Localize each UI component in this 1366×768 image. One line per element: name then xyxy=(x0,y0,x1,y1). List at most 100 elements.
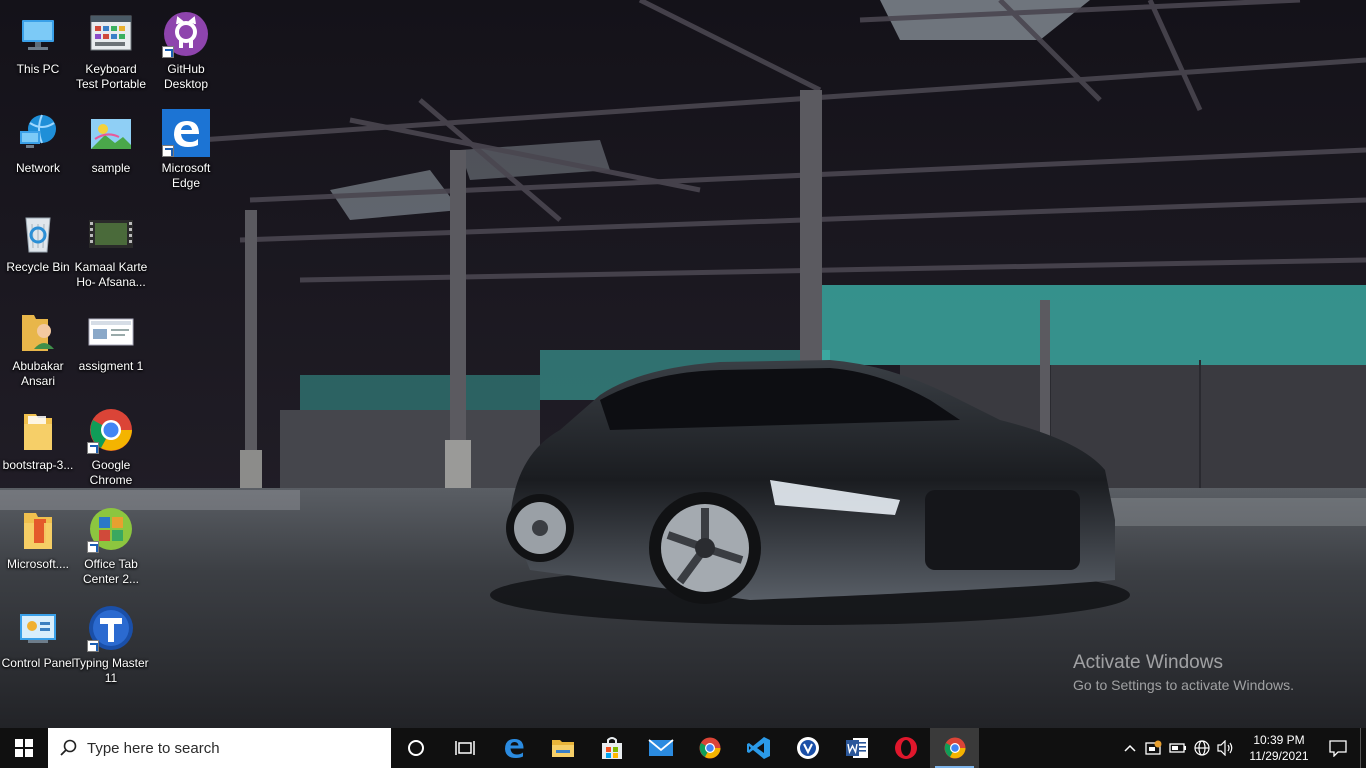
shortcut-arrow-icon xyxy=(162,46,174,58)
windows-logo-icon xyxy=(15,739,33,757)
system-tray: 10:39 PM 11/29/2021 xyxy=(1118,728,1366,768)
circle-app-icon xyxy=(796,737,819,759)
google-chrome-shortcut[interactable]: Google Chrome xyxy=(73,400,149,496)
task-view-button[interactable] xyxy=(440,728,489,768)
cortana-button[interactable] xyxy=(391,728,440,768)
show-desktop-button[interactable] xyxy=(1360,728,1366,768)
keyboard-test-icon xyxy=(87,10,135,58)
typing-master-icon xyxy=(87,604,135,652)
word-icon xyxy=(845,738,868,758)
tray-security-button[interactable] xyxy=(1142,728,1166,768)
video-file-icon xyxy=(87,208,135,256)
speaker-icon xyxy=(1217,740,1233,756)
battery-icon xyxy=(1169,743,1186,753)
action-center-button[interactable] xyxy=(1316,728,1360,768)
keyboard-test-shortcut[interactable]: Keyboard Test Portable xyxy=(73,4,149,100)
icon-label: Google Chrome xyxy=(89,458,133,487)
network-button[interactable] xyxy=(1190,728,1214,768)
taskbar-app[interactable] xyxy=(783,728,832,768)
clock-date: 11/29/2021 xyxy=(1249,749,1309,763)
sample-shortcut[interactable]: sample xyxy=(73,103,149,199)
task-view-icon xyxy=(454,741,475,755)
icon-label: This PC xyxy=(16,62,60,76)
icon-label: Control Panel xyxy=(1,656,75,670)
abubakar-ansari-shortcut[interactable]: Abubakar Ansari xyxy=(0,301,76,397)
this-pc-icon xyxy=(14,10,62,58)
taskbar-file-explorer[interactable] xyxy=(538,728,587,768)
notification-icon xyxy=(1329,740,1347,757)
folder-icon xyxy=(551,740,574,757)
mail-icon xyxy=(647,739,674,756)
chrome-icon xyxy=(699,737,720,759)
office-tab-center-shortcut[interactable]: Office Tab Center 2... xyxy=(73,499,149,595)
battery-button[interactable] xyxy=(1166,728,1190,768)
volume-button[interactable] xyxy=(1214,728,1238,768)
taskbar-chrome[interactable] xyxy=(685,728,734,768)
github-icon xyxy=(162,10,210,58)
icon-label: Microsoft.... xyxy=(6,557,69,571)
chrome-icon xyxy=(944,737,965,759)
control-panel-shortcut[interactable]: Control Panel xyxy=(0,598,76,694)
bootstrap-folder-shortcut[interactable]: bootstrap-3... xyxy=(0,400,76,496)
opera-icon xyxy=(894,737,917,759)
search-placeholder: Type here to search xyxy=(87,739,220,757)
globe-icon xyxy=(1194,740,1210,756)
taskbar-search-box[interactable]: Type here to search xyxy=(48,728,391,768)
icon-label: Kamaal Karte Ho- Afsana... xyxy=(74,260,148,289)
taskbar-vscode[interactable] xyxy=(734,728,783,768)
edge-icon xyxy=(504,739,523,758)
image-file-icon xyxy=(87,109,135,157)
icon-label: assigment 1 xyxy=(78,359,144,373)
recycle-bin-icon xyxy=(14,208,62,256)
activate-windows-watermark: Activate Windows Go to Settings to activ… xyxy=(1073,652,1294,696)
office-folder-icon xyxy=(14,505,62,553)
show-hidden-icons-button[interactable] xyxy=(1118,728,1142,768)
folder-icon xyxy=(14,406,62,454)
start-button[interactable] xyxy=(0,728,48,768)
icon-label: Keyboard Test Portable xyxy=(75,62,147,91)
taskbar-mail[interactable] xyxy=(636,728,685,768)
github-desktop-shortcut[interactable]: GitHub Desktop xyxy=(148,4,224,100)
chevron-up-icon xyxy=(1124,744,1136,752)
taskbar: Type here to search 10:39 PM 11/29/2021 xyxy=(0,728,1366,768)
security-status-icon xyxy=(1145,740,1162,755)
taskbar-chrome-running[interactable] xyxy=(930,728,979,768)
vscode-icon xyxy=(746,737,770,759)
shortcut-arrow-icon xyxy=(87,640,99,652)
icon-label: Network xyxy=(15,161,60,175)
video-shortcut[interactable]: Kamaal Karte Ho- Afsana... xyxy=(73,202,149,298)
chrome-icon xyxy=(87,406,135,454)
microsoft-folder-shortcut[interactable]: Microsoft.... xyxy=(0,499,76,595)
recycle-bin-shortcut[interactable]: Recycle Bin xyxy=(0,202,76,298)
network-shortcut[interactable]: Network xyxy=(0,103,76,199)
network-icon xyxy=(14,109,62,157)
taskbar-edge[interactable] xyxy=(489,728,538,768)
watermark-title: Activate Windows xyxy=(1073,652,1223,673)
icon-label: Abubakar Ansari xyxy=(12,359,64,388)
taskbar-word[interactable] xyxy=(832,728,881,768)
icon-label: GitHub Desktop xyxy=(163,62,209,91)
user-folder-icon xyxy=(14,307,62,355)
icon-label: Typing Master 11 xyxy=(73,656,149,685)
taskbar-opera[interactable] xyxy=(881,728,930,768)
shortcut-arrow-icon xyxy=(162,145,174,157)
watermark-subtitle: Go to Settings to activate Windows. xyxy=(1073,677,1294,693)
search-icon xyxy=(60,739,77,756)
clock-time: 10:39 PM xyxy=(1253,733,1305,747)
shortcut-arrow-icon xyxy=(87,442,99,454)
this-pc-shortcut[interactable]: This PC xyxy=(0,4,76,100)
icon-label: sample xyxy=(91,161,131,175)
typing-master-shortcut[interactable]: Typing Master 11 xyxy=(73,598,149,694)
taskbar-clock[interactable]: 10:39 PM 11/29/2021 xyxy=(1242,732,1316,764)
icon-label: Office Tab Center 2... xyxy=(82,557,140,586)
shortcut-arrow-icon xyxy=(87,541,99,553)
microsoft-edge-shortcut[interactable]: Microsoft Edge xyxy=(148,103,224,199)
icon-label: bootstrap-3... xyxy=(2,458,74,472)
assigment-1-shortcut[interactable]: assigment 1 xyxy=(73,301,149,397)
icon-label: Microsoft Edge xyxy=(161,161,211,190)
store-bag-icon xyxy=(601,737,622,759)
taskbar-store[interactable] xyxy=(587,728,636,768)
edge-icon xyxy=(162,109,210,157)
control-panel-icon xyxy=(14,604,62,652)
document-thumbnail-icon xyxy=(87,307,135,355)
